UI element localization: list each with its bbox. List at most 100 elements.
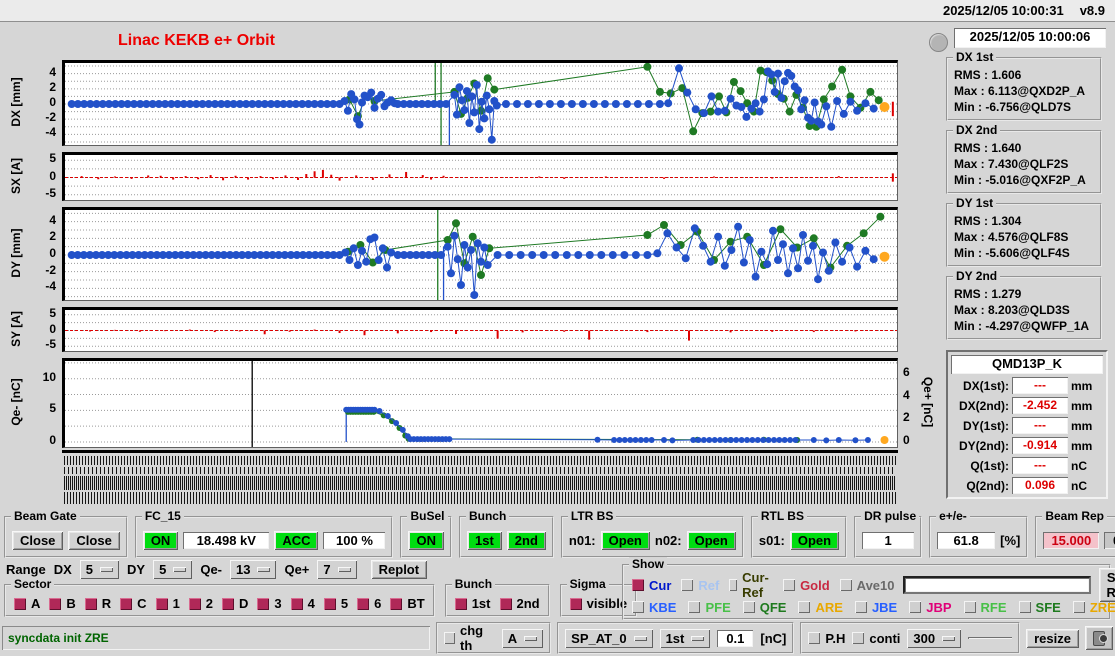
show-qfe-checkbox[interactable] [742, 601, 755, 613]
sector-c-checkbox[interactable] [120, 597, 133, 610]
status-row: syncdata init ZRE chg th A SP_AT_0 1st 0… [2, 622, 1113, 654]
sector-label: D [239, 596, 249, 611]
sigma-visible-checkbox[interactable] [569, 597, 582, 610]
show-ref-checkbox[interactable] [681, 579, 694, 591]
ltr-bs-title: LTR BS [567, 509, 617, 523]
ph-checkbox[interactable] [808, 632, 821, 644]
bunch-select-item: 1st [454, 596, 491, 611]
show-ave10-checkbox[interactable] [839, 579, 852, 591]
sector-2-checkbox[interactable] [188, 597, 201, 610]
fc15-group: FC_15 ON 18.498 kV ACC 100 % [134, 509, 394, 558]
show-are-checkbox[interactable] [798, 601, 811, 613]
monitor-row: DX(2nd): -2.452 mm [951, 397, 1103, 414]
monitor-row: DY(1st): --- mm [951, 417, 1103, 434]
bunch-select-2nd-checkbox[interactable] [499, 597, 512, 610]
show-kbe-checkbox[interactable] [632, 601, 644, 613]
replot-button[interactable]: Replot [370, 560, 428, 579]
dr-pulse-group: DR pulse 1 [854, 509, 923, 558]
sp-bunch-dropdown[interactable]: 1st [659, 628, 711, 648]
show-cur-ref-checkbox[interactable] [729, 579, 738, 591]
fc15-percent-field[interactable]: 100 % [323, 531, 386, 549]
stat-row: Max : 8.203@QLD3S [954, 303, 1070, 317]
sector-6-checkbox[interactable] [357, 597, 370, 610]
sector-group: Sector A B R C 1 2 D 3 4 5 6 BT [4, 577, 435, 617]
plot-qe [62, 358, 898, 448]
sector-5-checkbox[interactable] [323, 597, 336, 610]
sector-b-checkbox[interactable] [49, 597, 62, 610]
fc15-acc-button[interactable]: ACC [274, 530, 319, 550]
sector-item: 6 [357, 596, 381, 611]
range-qe-minus-dropdown[interactable]: 13 [230, 560, 277, 579]
monitor-row-value: --- [1012, 377, 1068, 394]
bpm-label-strip [64, 467, 896, 474]
show-sfe-checkbox[interactable] [1018, 601, 1031, 613]
range-dy-dropdown[interactable]: 5 [153, 560, 193, 579]
chg-th-dropdown[interactable]: A [501, 628, 544, 648]
show-item: JBE [854, 600, 897, 615]
show-cur-checkbox[interactable] [632, 579, 644, 591]
sector-1-checkbox[interactable] [155, 597, 168, 610]
sector-4-checkbox[interactable] [290, 597, 303, 610]
show-pfe-checkbox[interactable] [688, 601, 701, 613]
sector-3-checkbox[interactable] [257, 597, 270, 610]
stat-group-title: DY 2nd [953, 269, 1001, 283]
ref-name-input[interactable] [902, 576, 1091, 594]
sector-d-checkbox[interactable] [222, 597, 235, 610]
monitor-row-value: 0.096 [1012, 477, 1068, 494]
ltr-n01-open-button[interactable]: Open [600, 530, 650, 550]
chg-th-checkbox[interactable] [444, 632, 455, 644]
show-item: Ave10 [839, 570, 895, 600]
show-group: Show Cur Ref Cur-Ref Gold Ave10 Set Ref KBE P… [622, 557, 1115, 620]
beam-gate-close2-button[interactable]: Close [68, 530, 120, 550]
show-jbp-checkbox[interactable] [909, 601, 922, 613]
show-label: Cur-Ref [742, 570, 769, 600]
count-dropdown[interactable]: 300 [907, 628, 962, 648]
dropdown-bar-icon [100, 567, 114, 572]
bunch-1st-button[interactable]: 1st [466, 530, 502, 550]
show-zre-checkbox[interactable] [1072, 601, 1085, 613]
sector-label: B [66, 596, 76, 611]
sector-a-checkbox[interactable] [14, 597, 26, 610]
bunch-title: Bunch [465, 509, 510, 523]
monitor-row-unit: mm [1071, 438, 1093, 453]
conti-checkbox[interactable] [852, 632, 865, 644]
range-qe-plus-dropdown[interactable]: 7 [317, 560, 357, 579]
e-ratio-group: e+/e- 61.8 [%] [929, 509, 1029, 558]
fc15-kv-field[interactable]: 18.498 kV [183, 531, 270, 549]
show-label: ZRE [1089, 599, 1115, 615]
set-ref-button[interactable]: Set Ref [1098, 568, 1115, 602]
sector-item: D [222, 596, 248, 611]
sector-label: R [101, 596, 112, 611]
range-dx-dropdown[interactable]: 5 [79, 560, 120, 579]
bunch-2nd-button[interactable]: 2nd [506, 530, 546, 550]
show-label: QFE [759, 599, 787, 615]
monitor-row-unit: nC [1071, 478, 1087, 493]
chg-th-label: chg th [460, 623, 484, 653]
sp-at-dropdown[interactable]: SP_AT_0 [565, 628, 653, 648]
dr-pulse-field[interactable]: 1 [862, 531, 915, 549]
beam-gate-close1-button[interactable]: Close [12, 530, 64, 550]
show-row1-items: Cur Ref Cur-Ref Gold Ave10 [632, 570, 895, 600]
e-ratio-unit: [%] [1000, 532, 1021, 548]
ltr-n02-open-button[interactable]: Open [686, 530, 736, 550]
fc15-on-button[interactable]: ON [142, 530, 179, 550]
e-ratio-field[interactable]: 61.8 [937, 531, 996, 549]
sector-r-checkbox[interactable] [84, 597, 97, 610]
threshold-field[interactable]: 0.1 [717, 629, 754, 647]
monitor-row-unit: mm [1071, 378, 1093, 393]
bunch-select-1st-checkbox[interactable] [454, 597, 467, 610]
screenshot-button[interactable] [1085, 626, 1113, 650]
rtl-s01-open-button[interactable]: Open [789, 530, 840, 550]
sector-item: A [14, 596, 40, 611]
blank-field[interactable] [968, 637, 1013, 639]
resize-button[interactable]: resize [1026, 628, 1079, 648]
monitor-row: Q(1st): --- nC [951, 457, 1103, 474]
show-gold-checkbox[interactable] [783, 579, 796, 591]
stats-container: DX 1st RMS : 1.606 Max : 6.113@QXD2P_A Min … [946, 50, 1110, 340]
show-item: Ref [681, 570, 719, 600]
show-label: Gold [800, 577, 830, 593]
show-rfe-checkbox[interactable] [963, 601, 976, 613]
sector-bt-checkbox[interactable] [390, 597, 403, 610]
show-jbe-checkbox[interactable] [854, 601, 867, 613]
busel-on-button[interactable]: ON [408, 530, 444, 550]
